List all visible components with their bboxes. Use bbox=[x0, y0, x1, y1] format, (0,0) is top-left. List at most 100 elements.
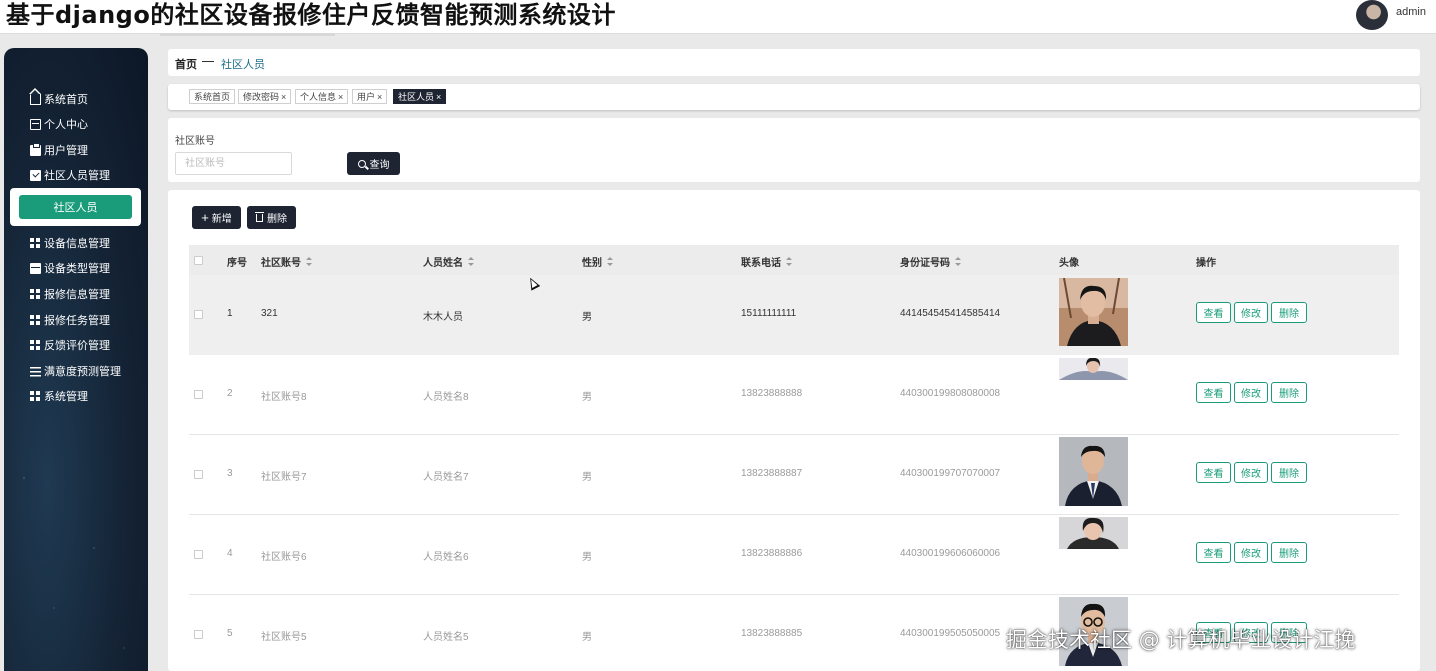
close-icon[interactable]: × bbox=[436, 92, 441, 102]
tab-users[interactable]: 用户 × bbox=[352, 89, 388, 104]
close-icon[interactable]: × bbox=[377, 92, 382, 102]
table-row[interactable]: 4 社区账号6 人员姓名6 男 13823888886 440300199606… bbox=[189, 515, 1399, 595]
breadcrumb-current[interactable]: 社区人员 bbox=[221, 56, 265, 72]
close-icon[interactable]: × bbox=[338, 92, 343, 102]
sort-icon[interactable] bbox=[607, 257, 613, 266]
sort-icon[interactable] bbox=[786, 257, 792, 266]
sidebar-item-repair-tasks[interactable]: 报修任务管理 bbox=[30, 311, 110, 329]
table-row[interactable]: 2 社区账号8 人员姓名8 男 13823888888 440300199808… bbox=[189, 355, 1399, 435]
sort-icon[interactable] bbox=[306, 257, 312, 266]
cell-name: 人员姓名7 bbox=[423, 472, 469, 483]
cell-index: 3 bbox=[227, 468, 233, 479]
sidebar-item-community-staff[interactable]: 社区人员管理 bbox=[30, 166, 110, 184]
select-all-checkbox[interactable] bbox=[194, 256, 203, 265]
breadcrumb-home[interactable]: 首页 bbox=[175, 56, 197, 72]
tab-system-home[interactable]: 系统首页 bbox=[189, 89, 236, 104]
column-label: 性别 bbox=[582, 258, 602, 269]
sidebar-item-profile[interactable]: 个人中心 bbox=[30, 115, 88, 133]
delete-button[interactable]: 删除 bbox=[1271, 302, 1307, 323]
table-header: 序号 社区账号 人员姓名 性别 联系电话 身份证号码 头像 操作 bbox=[189, 245, 1399, 275]
view-button[interactable]: 查看 bbox=[1196, 382, 1231, 403]
avatar-photo[interactable] bbox=[1059, 358, 1128, 380]
tab-community-staff[interactable]: 社区人员 × bbox=[393, 89, 447, 104]
sidebar-item-label: 系统管理 bbox=[44, 391, 88, 403]
sidebar-item-label: 用户管理 bbox=[44, 145, 88, 157]
delete-button[interactable]: 删除 bbox=[1271, 542, 1307, 563]
sidebar-item-feedback[interactable]: 反馈评价管理 bbox=[30, 336, 110, 354]
id-card-icon bbox=[30, 118, 41, 130]
search-input[interactable] bbox=[175, 152, 292, 175]
close-icon[interactable]: × bbox=[281, 92, 286, 102]
tab-bar: 系统首页 修改密码 × 个人信息 × 用户 × 社区人员 × bbox=[168, 84, 1420, 110]
row-checkbox[interactable] bbox=[194, 390, 203, 399]
cell-phone: 15111111111 bbox=[741, 308, 797, 319]
avatar-photo[interactable] bbox=[1059, 517, 1128, 549]
add-button[interactable]: + 新增 bbox=[192, 206, 241, 229]
sidebar-item-users[interactable]: 用户管理 bbox=[30, 141, 88, 159]
row-checkbox[interactable] bbox=[194, 630, 203, 639]
sidebar-item-devices[interactable]: 设备信息管理 bbox=[30, 234, 110, 252]
sidebar-item-label: 设备类型管理 bbox=[44, 263, 110, 275]
home-icon bbox=[29, 87, 41, 105]
table-row[interactable]: 1 321 木木人员 男 15111111111 441454545414585… bbox=[189, 275, 1399, 355]
sidebar-item-label: 满意度预测管理 bbox=[44, 366, 121, 378]
cell-account: 社区账号7 bbox=[261, 472, 307, 483]
username[interactable]: admin bbox=[1396, 6, 1426, 18]
sidebar-item-satisfaction[interactable]: 满意度预测管理 bbox=[30, 362, 121, 380]
plus-icon: + bbox=[201, 210, 209, 225]
tab-label: 个人信息 bbox=[300, 92, 337, 102]
user-avatar[interactable] bbox=[1356, 0, 1388, 30]
top-header: 基于django的社区设备报修住户反馈智能预测系统设计 admin bbox=[0, 0, 1436, 34]
grid-icon bbox=[30, 288, 41, 300]
edit-button[interactable]: 修改 bbox=[1234, 302, 1268, 323]
add-button-label: 新增 bbox=[211, 214, 232, 225]
row-checkbox[interactable] bbox=[194, 550, 203, 559]
cell-account: 321 bbox=[261, 308, 278, 319]
sidebar-item-home[interactable]: 系统首页 bbox=[29, 87, 88, 108]
view-button[interactable]: 查看 bbox=[1196, 542, 1231, 563]
tab-label: 用户 bbox=[357, 92, 376, 102]
cell-name: 木木人员 bbox=[423, 312, 463, 323]
table-row[interactable]: 3 社区账号7 人员姓名7 男 13823888887 440300199707… bbox=[189, 435, 1399, 515]
cell-phone: 13823888885 bbox=[741, 628, 803, 639]
tab-label: 系统首页 bbox=[194, 92, 231, 102]
view-button[interactable]: 查看 bbox=[1196, 462, 1231, 483]
sort-icon[interactable] bbox=[955, 257, 961, 266]
trash-icon bbox=[255, 211, 264, 222]
sidebar-item-label: 报修信息管理 bbox=[44, 289, 110, 301]
row-checkbox[interactable] bbox=[194, 310, 203, 319]
tab-personal-info[interactable]: 个人信息 × bbox=[295, 89, 349, 104]
cell-gender: 男 bbox=[582, 392, 592, 403]
breadcrumb: 首页 社区人员 bbox=[168, 49, 1420, 76]
cell-name: 人员姓名6 bbox=[423, 552, 469, 563]
avatar-photo[interactable] bbox=[1059, 278, 1128, 346]
column-header-account[interactable]: 社区账号 bbox=[261, 254, 312, 269]
column-header-name[interactable]: 人员姓名 bbox=[423, 254, 474, 269]
sidebar-item-label: 社区人员管理 bbox=[44, 170, 110, 182]
view-button[interactable]: 查看 bbox=[1196, 302, 1231, 323]
row-checkbox[interactable] bbox=[194, 470, 203, 479]
avatar-photo[interactable] bbox=[1059, 437, 1128, 506]
column-header-gender[interactable]: 性别 bbox=[582, 254, 613, 269]
bulk-delete-button[interactable]: 删除 bbox=[247, 206, 296, 229]
column-label: 社区账号 bbox=[261, 258, 301, 269]
tab-change-password[interactable]: 修改密码 × bbox=[238, 89, 292, 104]
delete-button-label: 删除 bbox=[267, 214, 287, 225]
edit-button[interactable]: 修改 bbox=[1234, 542, 1268, 563]
edit-button[interactable]: 修改 bbox=[1234, 382, 1268, 403]
sidebar-item-repairs[interactable]: 报修信息管理 bbox=[30, 285, 110, 303]
grid-icon bbox=[30, 314, 41, 326]
edit-button[interactable]: 修改 bbox=[1234, 462, 1268, 483]
cell-gender: 男 bbox=[582, 632, 592, 643]
delete-button[interactable]: 删除 bbox=[1271, 462, 1307, 483]
sidebar-subitem-community-staff[interactable]: 社区人员 bbox=[19, 195, 132, 219]
sidebar-item-label: 个人中心 bbox=[44, 119, 88, 131]
delete-button[interactable]: 删除 bbox=[1271, 382, 1307, 403]
sort-icon[interactable] bbox=[468, 257, 474, 266]
column-header-phone[interactable]: 联系电话 bbox=[741, 254, 792, 269]
search-button[interactable]: 查询 bbox=[347, 152, 400, 175]
sidebar-item-device-types[interactable]: 设备类型管理 bbox=[30, 259, 110, 277]
breadcrumb-separator bbox=[202, 61, 214, 62]
column-header-id-number[interactable]: 身份证号码 bbox=[900, 254, 961, 269]
sidebar-item-system[interactable]: 系统管理 bbox=[30, 387, 88, 405]
